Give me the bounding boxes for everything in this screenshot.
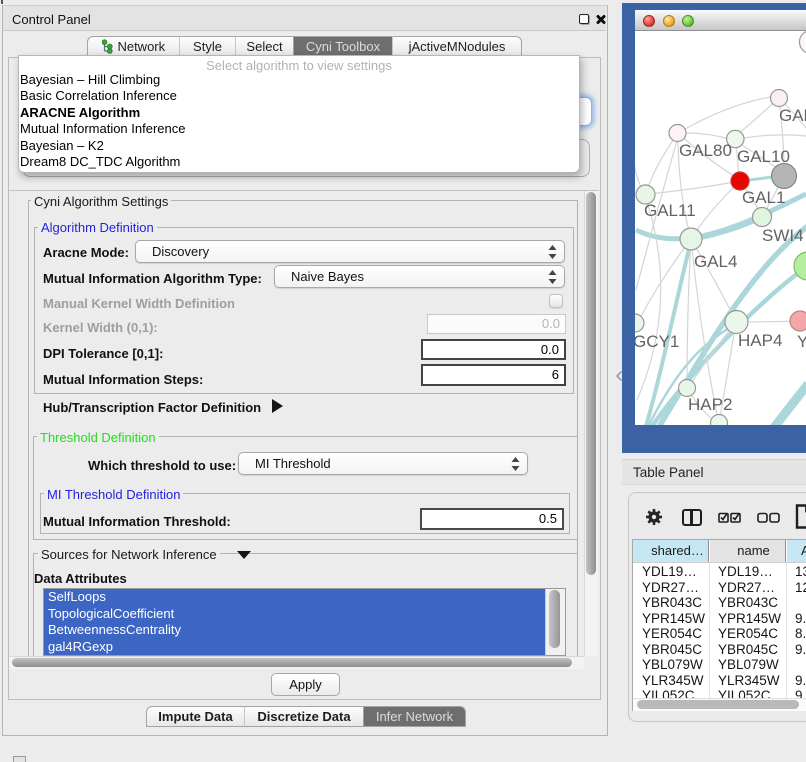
svg-text:GCY1: GCY1 — [635, 332, 679, 351]
svg-text:GAL7: GAL7 — [779, 106, 806, 125]
svg-text:GAL4: GAL4 — [694, 252, 737, 271]
svg-text:SWI4: SWI4 — [762, 226, 804, 245]
svg-text:GAL80: GAL80 — [679, 141, 732, 160]
svg-text:GAL10: GAL10 — [737, 147, 790, 166]
svg-text:HAP2: HAP2 — [688, 395, 732, 414]
svg-text:Y: Y — [797, 332, 806, 351]
svg-text:GAL11: GAL11 — [644, 201, 696, 220]
svg-text:GAL1: GAL1 — [742, 188, 785, 207]
svg-text:HAP4: HAP4 — [738, 331, 782, 350]
